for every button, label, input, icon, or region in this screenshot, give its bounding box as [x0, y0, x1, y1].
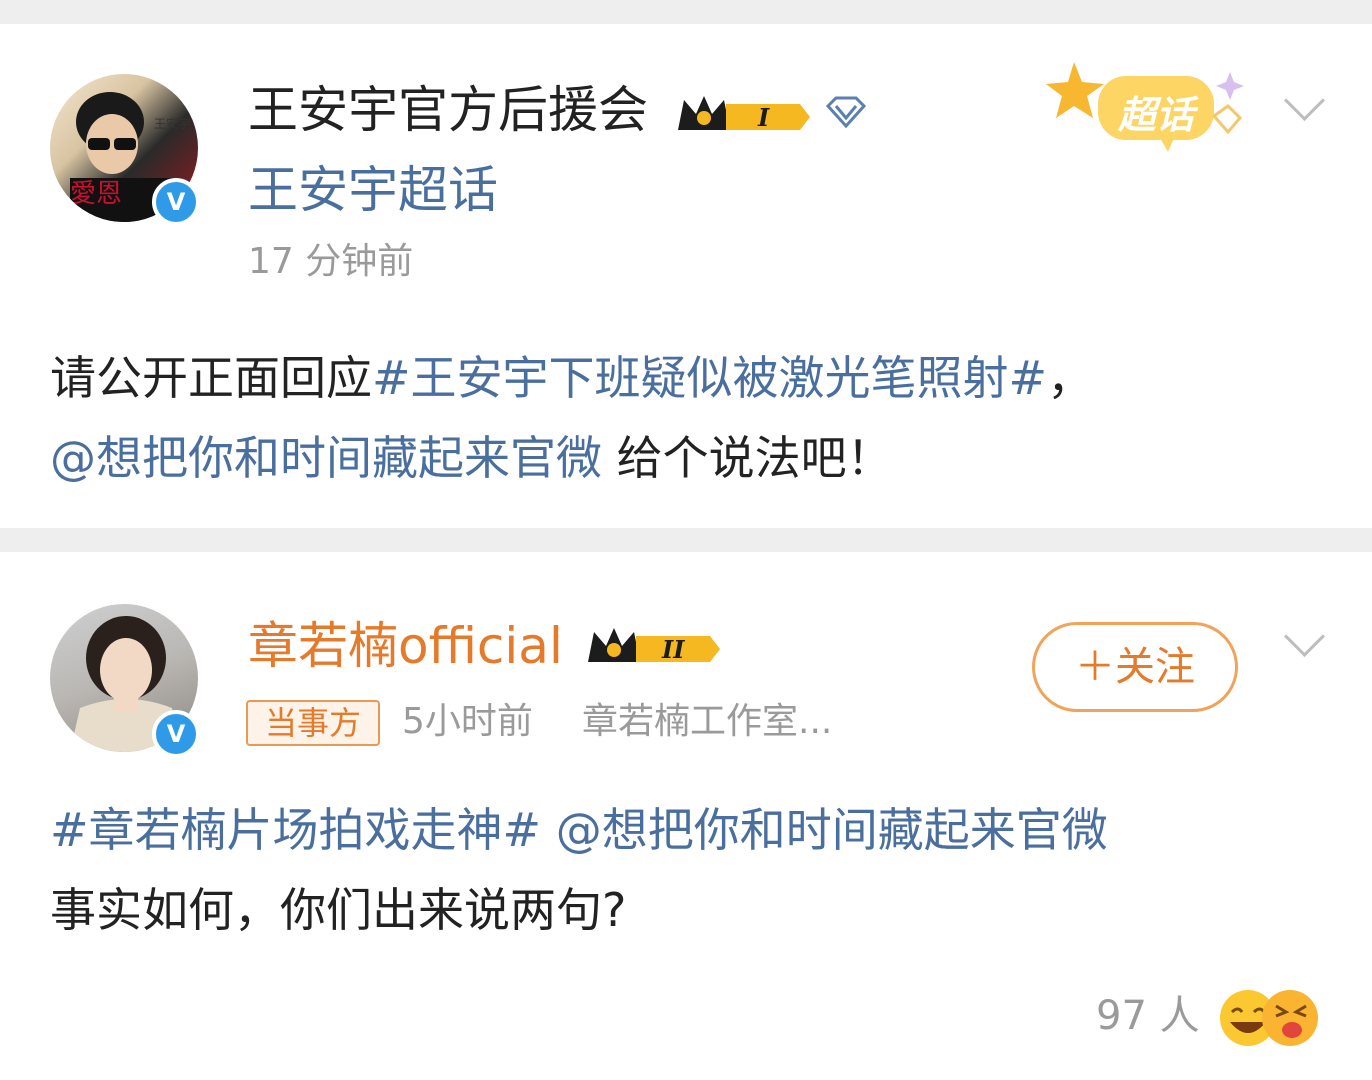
svg-text:愛恩: 愛恩: [70, 179, 122, 209]
verified-icon: V: [152, 710, 200, 758]
verified-icon: V: [152, 178, 200, 226]
follow-button[interactable]: ＋关注: [1032, 622, 1238, 712]
supertopic-source[interactable]: 王安宇超话: [248, 160, 498, 220]
chevron-down-icon[interactable]: [1283, 79, 1326, 122]
post-time: 17 分钟前: [248, 241, 414, 282]
post-body-line: #章若楠片场拍戏走神# @想把你和时间藏起来官微: [50, 790, 1108, 870]
supertopic-badge[interactable]: 超话: [1044, 56, 1254, 166]
post-body-line: 请公开正面回应#王安宇下班疑似被激光笔照射#，: [50, 338, 1093, 418]
svg-text:I: I: [757, 103, 770, 132]
party-tag-badge: 当事方: [246, 700, 380, 746]
chevron-down-icon[interactable]: [1283, 615, 1326, 658]
post-card: 愛恩 王安宇 V 王安宇官方后援会 I 王安宇超话 17 分钟前 超话 请公开正…: [0, 24, 1372, 528]
hashtag-link[interactable]: #章若楠片场拍戏走神#: [50, 803, 541, 857]
hashtag-link[interactable]: #王安宇下班疑似被激光笔照射#: [372, 351, 1047, 405]
reactions-count[interactable]: 97 人: [1096, 994, 1200, 1038]
mention-link[interactable]: @想把你和时间藏起来官微: [50, 431, 602, 485]
supertopic-badge-label: 超话: [1117, 93, 1194, 137]
svg-text:II: II: [661, 635, 685, 664]
diamond-icon: [825, 96, 867, 129]
post-text: ，: [1047, 351, 1094, 405]
crown-level-icon: II: [588, 628, 720, 664]
post-body-line: @想把你和时间藏起来官微 给个说法吧！: [50, 418, 893, 498]
post-time: 5小时前: [402, 701, 533, 742]
author-name[interactable]: 章若楠official: [248, 616, 563, 676]
post-body-line: 事实如何，你们出来说两句?: [50, 883, 627, 937]
crown-level-icon: I: [678, 96, 810, 132]
laugh-reaction-icon[interactable]: [1214, 986, 1324, 1050]
svg-text:王安宇: 王安宇: [154, 116, 190, 131]
author-name[interactable]: 王安宇官方后援会: [248, 80, 648, 140]
post-text: 给个说法吧！: [602, 431, 893, 485]
post-card: V 章若楠official II ＋关注 当事方 5小时前 章若楠工作室... …: [0, 552, 1372, 1080]
mention-link[interactable]: @想把你和时间藏起来官微: [541, 803, 1108, 857]
post-source[interactable]: 章若楠工作室...: [582, 700, 832, 744]
post-text: 请公开正面回应: [50, 351, 372, 405]
